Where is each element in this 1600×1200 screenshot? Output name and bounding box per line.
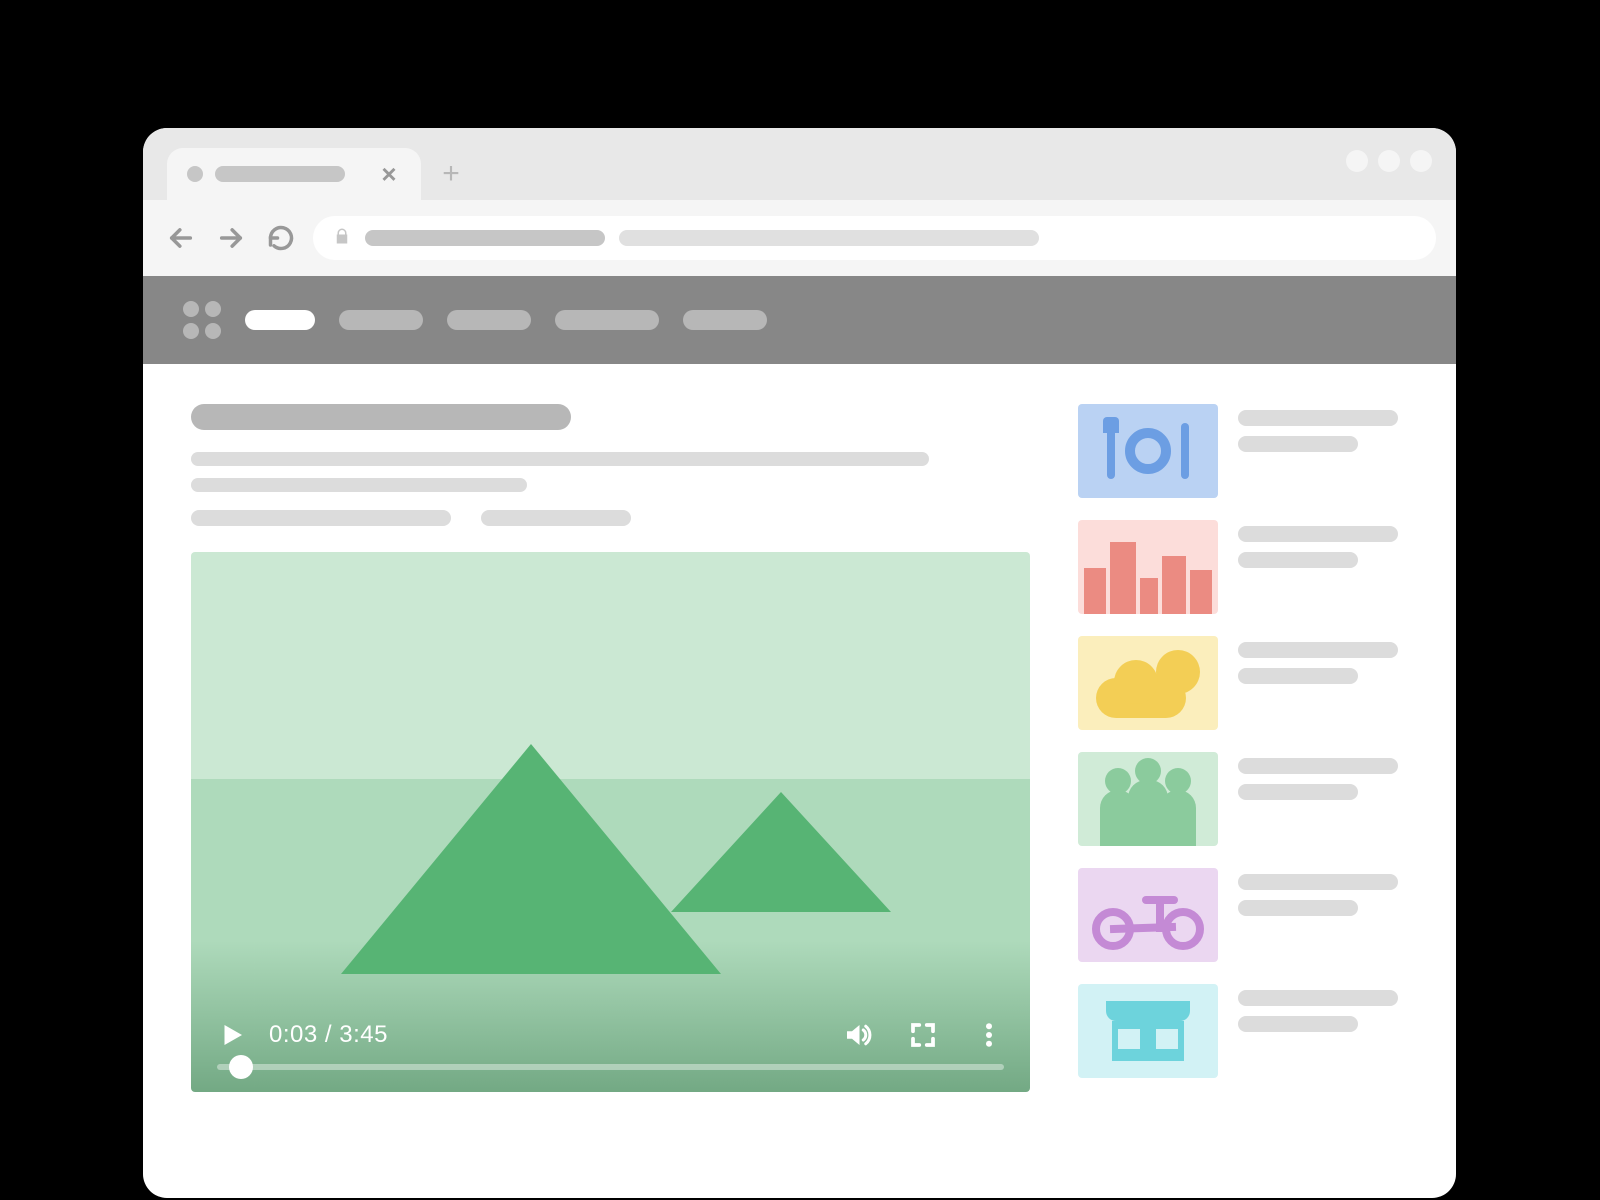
nav-item[interactable] — [683, 310, 767, 330]
fullscreen-icon[interactable] — [908, 1020, 938, 1050]
site-navbar — [143, 276, 1456, 364]
reload-button[interactable] — [263, 220, 299, 256]
article-title — [191, 404, 571, 430]
city-icon — [1078, 520, 1218, 614]
play-button[interactable] — [217, 1020, 247, 1050]
related-title — [1238, 410, 1398, 426]
related-item[interactable] — [1078, 520, 1408, 614]
nav-item-active[interactable] — [245, 310, 315, 330]
tab-favicon — [187, 166, 203, 182]
nav-item[interactable] — [339, 310, 423, 330]
video-progress-bar[interactable] — [217, 1064, 1004, 1070]
video-player[interactable]: 0:03 / 3:45 — [191, 552, 1030, 1092]
bike-icon — [1078, 868, 1218, 962]
lock-icon — [333, 227, 351, 250]
page-content: 0:03 / 3:45 — [143, 364, 1456, 1198]
volume-icon[interactable] — [842, 1020, 872, 1050]
article-meta — [481, 510, 631, 526]
main-column: 0:03 / 3:45 — [191, 404, 1030, 1198]
related-subtitle — [1238, 668, 1358, 684]
site-logo[interactable] — [183, 301, 221, 339]
related-item[interactable] — [1078, 868, 1408, 962]
new-tab-button[interactable]: + — [431, 154, 471, 194]
tab-title — [215, 166, 345, 182]
back-button[interactable] — [163, 220, 199, 256]
food-icon — [1078, 404, 1218, 498]
shop-icon — [1078, 984, 1218, 1078]
related-subtitle — [1238, 1016, 1358, 1032]
related-title — [1238, 874, 1398, 890]
browser-tab[interactable]: × — [167, 148, 421, 200]
browser-window: × + — [143, 128, 1456, 1198]
address-path — [619, 230, 1039, 246]
forward-button[interactable] — [213, 220, 249, 256]
window-close-button[interactable] — [1410, 150, 1432, 172]
progress-knob[interactable] — [229, 1055, 253, 1079]
close-tab-icon[interactable]: × — [377, 162, 401, 186]
tab-strip: × + — [143, 128, 1456, 200]
article-body-line — [191, 478, 527, 492]
address-bar[interactable] — [313, 216, 1436, 260]
weather-icon — [1078, 636, 1218, 730]
people-icon — [1078, 752, 1218, 846]
window-controls — [1346, 150, 1432, 172]
window-maximize-button[interactable] — [1378, 150, 1400, 172]
related-subtitle — [1238, 900, 1358, 916]
more-options-icon[interactable] — [974, 1020, 1004, 1050]
window-minimize-button[interactable] — [1346, 150, 1368, 172]
related-subtitle — [1238, 784, 1358, 800]
related-title — [1238, 990, 1398, 1006]
related-item[interactable] — [1078, 404, 1408, 498]
related-subtitle — [1238, 436, 1358, 452]
video-controls: 0:03 / 3:45 — [191, 1002, 1030, 1092]
related-item[interactable] — [1078, 984, 1408, 1078]
related-item[interactable] — [1078, 636, 1408, 730]
related-title — [1238, 758, 1398, 774]
nav-item[interactable] — [555, 310, 659, 330]
toolbar — [143, 200, 1456, 276]
nav-item[interactable] — [447, 310, 531, 330]
address-host — [365, 230, 605, 246]
article-meta — [191, 510, 451, 526]
related-sidebar — [1078, 404, 1408, 1198]
related-title — [1238, 642, 1398, 658]
related-subtitle — [1238, 552, 1358, 568]
video-time-display: 0:03 / 3:45 — [269, 1021, 388, 1049]
related-title — [1238, 526, 1398, 542]
article-body-line — [191, 452, 929, 466]
related-item[interactable] — [1078, 752, 1408, 846]
